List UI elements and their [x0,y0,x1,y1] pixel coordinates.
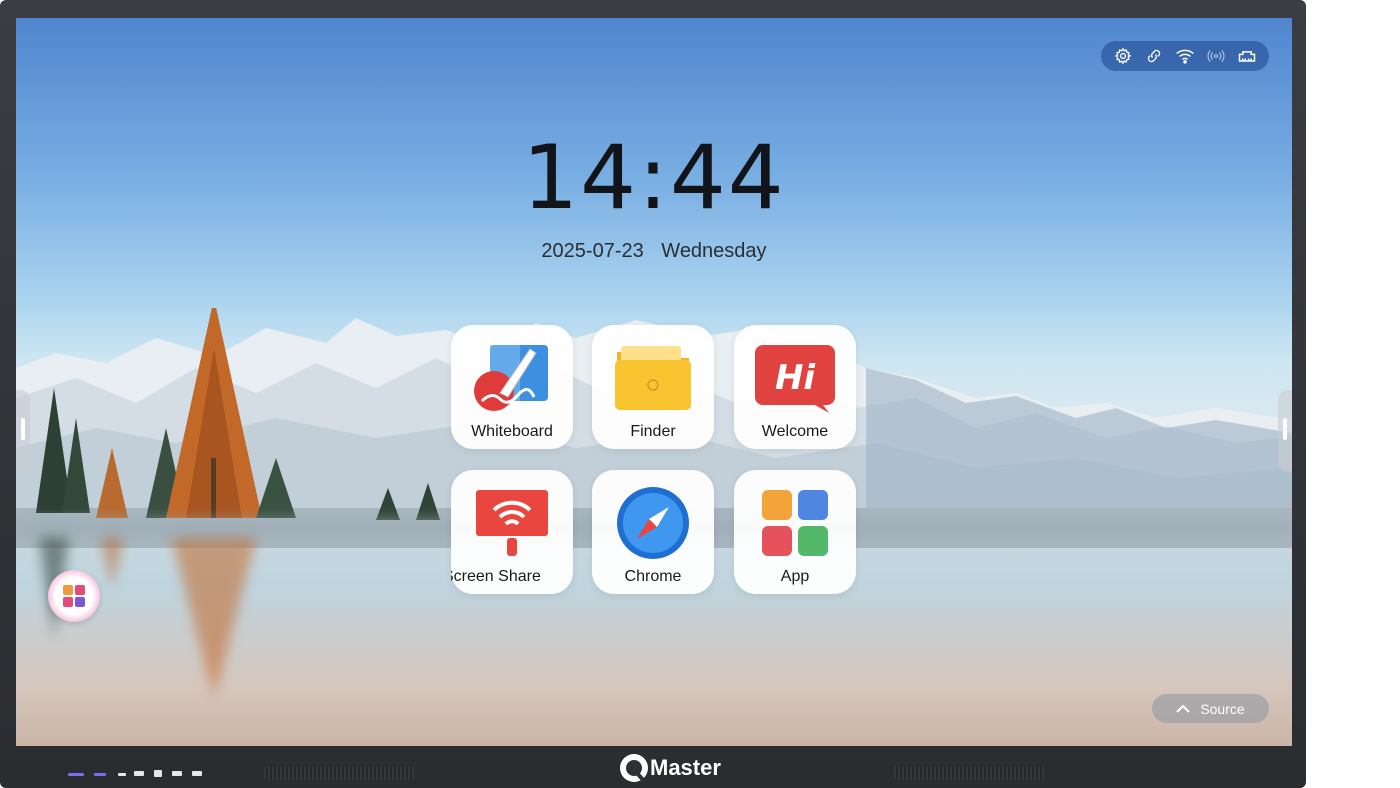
source-button[interactable]: Source [1152,694,1269,723]
source-label: Source [1200,700,1245,717]
app-tile-app[interactable]: App [734,470,856,594]
wifi-icon[interactable] [1174,45,1196,67]
app-tile-whiteboard[interactable]: Whiteboard [451,325,573,449]
brand-logo: Master [620,752,721,784]
front-port [192,771,202,776]
app-label: Whiteboard [471,423,553,440]
app-grid-icon [734,484,856,562]
app-drawer-button[interactable] [48,570,100,622]
app-label: Finder [630,423,676,440]
front-port [154,770,162,777]
status-bar [1101,41,1269,71]
weekday-value: Wednesday [661,240,767,262]
app-label: App [780,568,810,585]
whiteboard-icon [451,339,573,417]
indicator-light [94,773,106,776]
link-icon[interactable] [1143,45,1165,67]
q-logo-icon [620,754,648,783]
hi-icon: Hi [734,339,856,417]
chevron-up-icon [1176,704,1191,713]
svg-text:Hi: Hi [775,358,816,398]
settings-icon[interactable] [1112,45,1134,67]
date-value: 2025-07-23 [541,240,644,262]
app-drawer-icon [63,585,85,607]
front-port [134,771,144,776]
date-line: 2025-07-23 Wednesday [16,240,1292,263]
front-button[interactable] [118,773,126,776]
screen-share-icon [451,484,573,562]
left-side-handle[interactable] [21,418,25,440]
clock-time: 14:44 [522,126,786,229]
front-port [172,771,182,776]
app-tile-screen-share[interactable]: Screen Share [451,470,573,594]
indicator-light [68,773,84,776]
app-label: Chrome [624,568,682,585]
speaker-grille-left [264,766,414,780]
right-side-handle[interactable] [1283,418,1287,440]
hotspot-icon[interactable] [1205,45,1227,67]
speaker-grille-right [894,766,1044,780]
home-screen: 14:44 2025-07-23 Wednesday Whiteboard Fi… [16,18,1292,746]
app-label: Welcome [761,423,829,440]
display-bezel: 14:44 2025-07-23 Wednesday Whiteboard Fi… [0,0,1306,788]
brand-name: Master [650,755,721,780]
app-tile-chrome[interactable]: Chrome [592,470,714,594]
folder-icon [592,339,714,417]
compass-icon [592,484,714,562]
ethernet-icon[interactable] [1236,45,1258,67]
app-label: Screen Share [451,568,541,585]
app-tile-welcome[interactable]: Hi Welcome [734,325,856,449]
app-tile-finder[interactable]: Finder [592,325,714,449]
